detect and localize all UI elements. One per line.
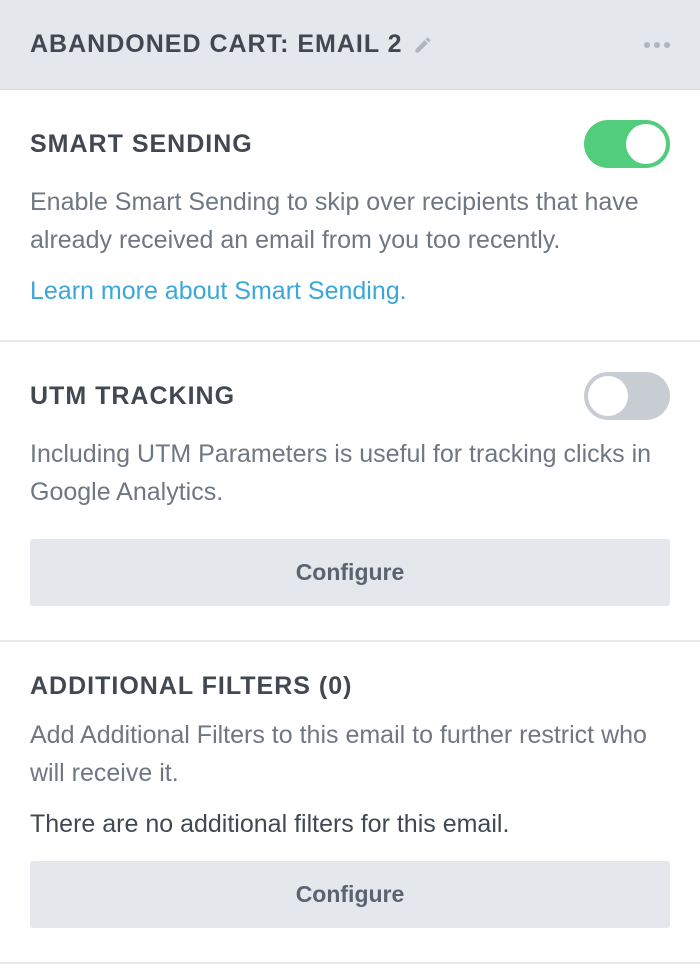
section-header: SMART SENDING	[30, 120, 670, 168]
smart-sending-toggle[interactable]	[584, 120, 670, 168]
toggle-knob	[626, 124, 666, 164]
filters-configure-button[interactable]: Configure	[30, 861, 670, 928]
section-title: ADDITIONAL FILTERS (0)	[30, 672, 352, 701]
section-header: ADDITIONAL FILTERS (0)	[30, 672, 670, 701]
section-description: Enable Smart Sending to skip over recipi…	[30, 184, 670, 259]
section-title: SMART SENDING	[30, 130, 253, 159]
more-icon[interactable]	[644, 42, 670, 48]
header-title-wrap: ABANDONED CART: EMAIL 2	[30, 30, 433, 59]
filters-status-text: There are no additional filters for this…	[30, 810, 670, 839]
section-utm-tracking: UTM TRACKING Including UTM Parameters is…	[0, 342, 700, 642]
section-smart-sending: SMART SENDING Enable Smart Sending to sk…	[0, 90, 700, 342]
utm-configure-button[interactable]: Configure	[30, 539, 670, 606]
edit-icon[interactable]	[413, 35, 433, 55]
section-description: Add Additional Filters to this email to …	[30, 717, 670, 792]
section-header: UTM TRACKING	[30, 372, 670, 420]
toggle-knob	[588, 376, 628, 416]
smart-sending-learn-more-link[interactable]: Learn more about Smart Sending.	[30, 277, 407, 305]
section-description: Including UTM Parameters is useful for t…	[30, 436, 670, 511]
panel-header: ABANDONED CART: EMAIL 2	[0, 0, 700, 90]
utm-tracking-toggle[interactable]	[584, 372, 670, 420]
page-title: ABANDONED CART: EMAIL 2	[30, 30, 403, 59]
section-title: UTM TRACKING	[30, 382, 235, 411]
section-additional-filters: ADDITIONAL FILTERS (0) Add Additional Fi…	[0, 642, 700, 964]
